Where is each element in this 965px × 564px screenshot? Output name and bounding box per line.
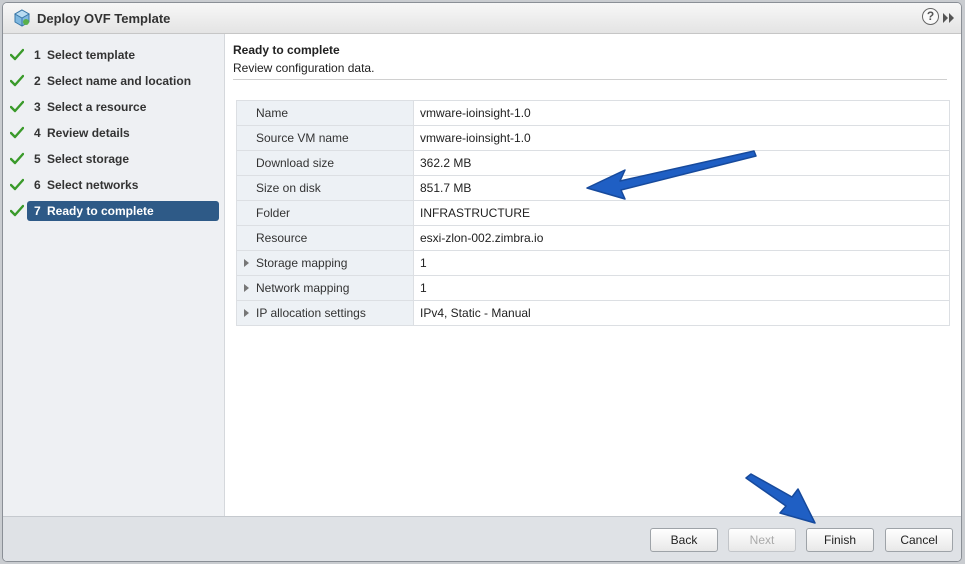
- expand-icon[interactable]: [942, 11, 956, 25]
- help-icon[interactable]: ?: [922, 8, 939, 25]
- config-row[interactable]: Network mapping 1: [236, 275, 950, 301]
- header-divider: [233, 79, 947, 80]
- wizard-step-7[interactable]: 7 Ready to complete: [27, 201, 219, 221]
- config-table: Name vmware-ioinsight-1.0 Source VM name vm…: [236, 100, 950, 326]
- step-label: Select template: [47, 48, 136, 62]
- step-check-icon: [10, 74, 24, 87]
- step-check-icon: [10, 100, 24, 113]
- page-subtitle: Review configuration data.: [233, 61, 375, 75]
- step-label: Select a resource: [47, 100, 147, 114]
- step-check-icon: [10, 152, 24, 165]
- config-key-label: Storage mapping: [256, 256, 348, 270]
- config-row: Download size 362.2 MB: [236, 150, 950, 176]
- ovf-template-icon: [13, 9, 31, 27]
- config-key: Source VM name: [236, 125, 414, 151]
- config-value: 362.2 MB: [413, 150, 950, 176]
- config-value: 851.7 MB: [413, 175, 950, 201]
- dialog-footer: Back Next Finish Cancel: [3, 516, 961, 561]
- config-key: IP allocation settings: [236, 300, 414, 326]
- config-key-label: Name: [256, 106, 289, 120]
- config-key-label: Download size: [256, 156, 335, 170]
- step-check-icon: [10, 178, 24, 191]
- config-row[interactable]: IP allocation settings IPv4, Static - Man…: [236, 300, 950, 326]
- config-key: Storage mapping: [236, 250, 414, 276]
- wizard-step-3[interactable]: 3 Select a resource: [27, 97, 219, 117]
- config-key-label: Folder: [256, 206, 291, 220]
- config-key: Network mapping: [236, 275, 414, 301]
- config-row: Name vmware-ioinsight-1.0: [236, 100, 950, 126]
- expand-triangle-icon[interactable]: [244, 259, 249, 267]
- title-bar: Deploy OVF Template ?: [3, 3, 961, 34]
- wizard-step-5[interactable]: 5 Select storage: [27, 149, 219, 169]
- dialog-title: Deploy OVF Template: [37, 11, 171, 26]
- config-key-label: Network mapping: [256, 281, 350, 295]
- config-row: Source VM name vmware-ioinsight-1.0: [236, 125, 950, 151]
- config-key: Resource: [236, 225, 414, 251]
- step-label: Select storage: [47, 152, 130, 166]
- step-check-icon: [10, 126, 24, 139]
- step-number: 5: [34, 152, 41, 166]
- config-value: vmware-ioinsight-1.0: [413, 100, 950, 126]
- step-check-icon: [10, 48, 24, 61]
- step-number: 3: [34, 100, 41, 114]
- step-number: 7: [34, 204, 41, 218]
- step-check-icon: [10, 204, 24, 217]
- config-key: Name: [236, 100, 414, 126]
- expand-triangle-icon[interactable]: [244, 309, 249, 317]
- config-key: Size on disk: [236, 175, 414, 201]
- cancel-button[interactable]: Cancel: [885, 528, 953, 552]
- wizard-step-4[interactable]: 4 Review details: [27, 123, 219, 143]
- next-button: Next: [728, 528, 796, 552]
- config-row[interactable]: Storage mapping 1: [236, 250, 950, 276]
- config-key-label: IP allocation settings: [256, 306, 366, 320]
- deploy-ovf-dialog: Deploy OVF Template ? 1 Select template 2 S…: [2, 2, 962, 562]
- config-value: IPv4, Static - Manual: [413, 300, 950, 326]
- step-number: 6: [34, 178, 41, 192]
- step-number: 4: [34, 126, 41, 140]
- wizard-steps-sidebar: 1 Select template 2 Select name and locatio…: [3, 34, 225, 517]
- config-row: Resource esxi-zlon-002.zimbra.io: [236, 225, 950, 251]
- wizard-step-6[interactable]: 6 Select networks: [27, 175, 219, 195]
- finish-button[interactable]: Finish: [806, 528, 874, 552]
- wizard-step-2[interactable]: 2 Select name and location: [27, 71, 219, 91]
- config-row: Folder INFRASTRUCTURE: [236, 200, 950, 226]
- config-value: vmware-ioinsight-1.0: [413, 125, 950, 151]
- config-key-label: Size on disk: [256, 181, 321, 195]
- wizard-step-1[interactable]: 1 Select template: [27, 45, 219, 65]
- step-number: 2: [34, 74, 41, 88]
- back-button[interactable]: Back: [650, 528, 718, 552]
- config-key-label: Resource: [256, 231, 308, 245]
- step-label: Ready to complete: [47, 204, 154, 218]
- config-row: Size on disk 851.7 MB: [236, 175, 950, 201]
- step-label: Review details: [47, 126, 130, 140]
- step-label: Select networks: [47, 178, 139, 192]
- config-value: 1: [413, 250, 950, 276]
- config-key: Folder: [236, 200, 414, 226]
- config-key: Download size: [236, 150, 414, 176]
- step-label: Select name and location: [47, 74, 192, 88]
- config-value: INFRASTRUCTURE: [413, 200, 950, 226]
- config-value: esxi-zlon-002.zimbra.io: [413, 225, 950, 251]
- expand-triangle-icon[interactable]: [244, 284, 249, 292]
- config-value: 1: [413, 275, 950, 301]
- config-key-label: Source VM name: [256, 131, 349, 145]
- step-number: 1: [34, 48, 41, 62]
- page-title: Ready to complete: [233, 43, 340, 57]
- main-panel: Ready to complete Review configuration d…: [225, 34, 961, 517]
